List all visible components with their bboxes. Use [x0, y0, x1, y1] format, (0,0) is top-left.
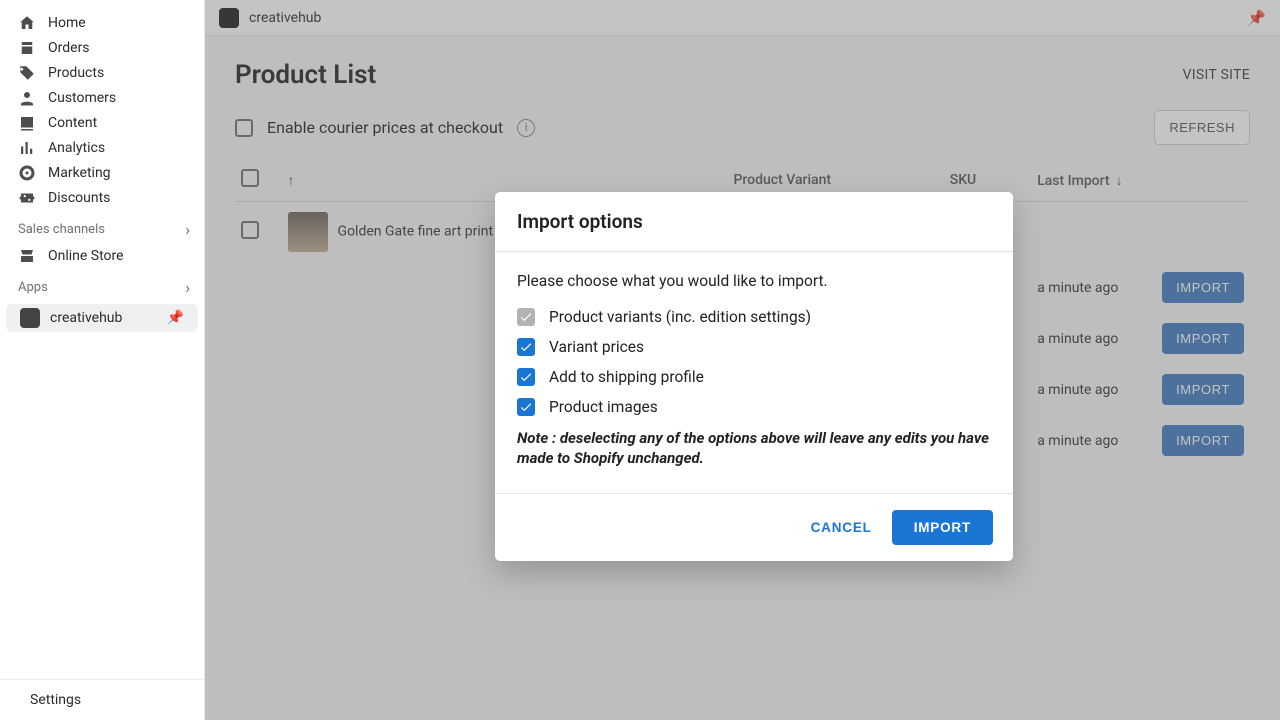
checkbox-checked-icon[interactable] [517, 338, 535, 356]
confirm-import-button[interactable]: IMPORT [892, 510, 993, 545]
option-label: Add to shipping profile [549, 368, 704, 386]
app-name: creativehub [50, 310, 122, 326]
last-import-cell: a minute ago [1031, 415, 1156, 466]
checkbox-checked-icon[interactable] [517, 398, 535, 416]
sort-down-icon: ↓ [1116, 173, 1123, 189]
courier-checkbox[interactable] [235, 119, 253, 137]
import-button[interactable]: IMPORT [1162, 425, 1244, 456]
nav-label: Customers [48, 90, 116, 106]
nav-label: Discounts [48, 190, 110, 206]
app-icon [20, 308, 40, 328]
last-import-cell: a minute ago [1031, 364, 1156, 415]
nav-label: Marketing [48, 165, 111, 181]
import-button[interactable]: IMPORT [1162, 374, 1244, 405]
product-name: Golden Gate fine art print [338, 224, 494, 240]
last-import-cell: a minute ago [1031, 313, 1156, 364]
nav-customers[interactable]: Customers [0, 85, 204, 110]
nav-analytics[interactable]: Analytics [0, 135, 204, 160]
cancel-button[interactable]: CANCEL [811, 520, 872, 535]
app-creativehub[interactable]: creativehub 📌 [6, 304, 198, 332]
nav-online-store[interactable]: Online Store [0, 243, 204, 268]
option-label: Product variants (inc. edition settings) [549, 308, 811, 326]
nav-label: Online Store [48, 248, 124, 264]
nav-content[interactable]: Content [0, 110, 204, 135]
nav-label: Content [48, 115, 97, 131]
option-variant-prices[interactable]: Variant prices [517, 338, 991, 356]
th-last-import[interactable]: Last Import [1037, 173, 1109, 189]
refresh-button[interactable]: REFRESH [1154, 110, 1250, 145]
nav-label: Analytics [48, 140, 105, 156]
last-import-cell: a minute ago [1031, 262, 1156, 313]
nav-marketing[interactable]: Marketing [0, 160, 204, 185]
home-icon [18, 14, 36, 32]
discounts-icon [18, 189, 36, 207]
product-thumbnail [288, 212, 328, 252]
sidebar: Home Orders Products Customers Content A… [0, 0, 205, 720]
nav-orders[interactable]: Orders [0, 35, 204, 60]
nav-label: Products [48, 65, 104, 81]
apps-section[interactable]: Apps › [0, 268, 204, 301]
checkbox-checked-icon[interactable] [517, 368, 535, 386]
option-product-variants[interactable]: Product variants (inc. edition settings) [517, 308, 991, 326]
orders-icon [18, 39, 36, 57]
nav-label: Orders [48, 40, 90, 56]
analytics-icon [18, 139, 36, 157]
topbar: creativehub 📌 [205, 0, 1280, 36]
option-label: Variant prices [549, 338, 644, 356]
nav-label: Home [48, 15, 86, 31]
import-button[interactable]: IMPORT [1162, 323, 1244, 354]
sort-up-icon[interactable]: ↑ [288, 173, 295, 189]
chevron-right-icon: › [185, 220, 190, 239]
dialog-title: Import options [495, 192, 1013, 252]
store-icon [18, 247, 36, 265]
marketing-icon [18, 164, 36, 182]
app-icon [219, 8, 239, 28]
dialog-lead: Please choose what you would like to imp… [517, 272, 991, 290]
sales-channels-label: Sales channels [18, 222, 105, 237]
customers-icon [18, 89, 36, 107]
page-title: Product List [235, 60, 376, 90]
select-all-checkbox[interactable] [241, 169, 259, 187]
chevron-right-icon: › [185, 278, 190, 297]
products-icon [18, 64, 36, 82]
dialog-note: Note : deselecting any of the options ab… [517, 428, 991, 469]
import-button[interactable]: IMPORT [1162, 272, 1244, 303]
row-checkbox[interactable] [241, 221, 259, 239]
pin-icon[interactable]: 📌 [1247, 9, 1266, 27]
nav-products[interactable]: Products [0, 60, 204, 85]
sales-channels-section[interactable]: Sales channels › [0, 210, 204, 243]
visit-site-link[interactable]: VISIT SITE [1183, 67, 1250, 83]
courier-label: Enable courier prices at checkout [267, 118, 503, 137]
topbar-app-name: creativehub [249, 10, 321, 26]
import-options-dialog: Import options Please choose what you wo… [495, 192, 1013, 561]
info-icon[interactable]: i [517, 119, 535, 137]
option-label: Product images [549, 398, 658, 416]
content-icon [18, 114, 36, 132]
pin-icon[interactable]: 📌 [167, 310, 184, 326]
apps-label: Apps [18, 280, 48, 295]
nav-settings[interactable]: Settings [0, 679, 204, 720]
settings-label: Settings [30, 692, 81, 708]
nav-discounts[interactable]: Discounts [0, 185, 204, 210]
nav-home[interactable]: Home [0, 10, 204, 35]
option-shipping-profile[interactable]: Add to shipping profile [517, 368, 991, 386]
checkbox-disabled-checked-icon[interactable] [517, 308, 535, 326]
option-product-images[interactable]: Product images [517, 398, 991, 416]
